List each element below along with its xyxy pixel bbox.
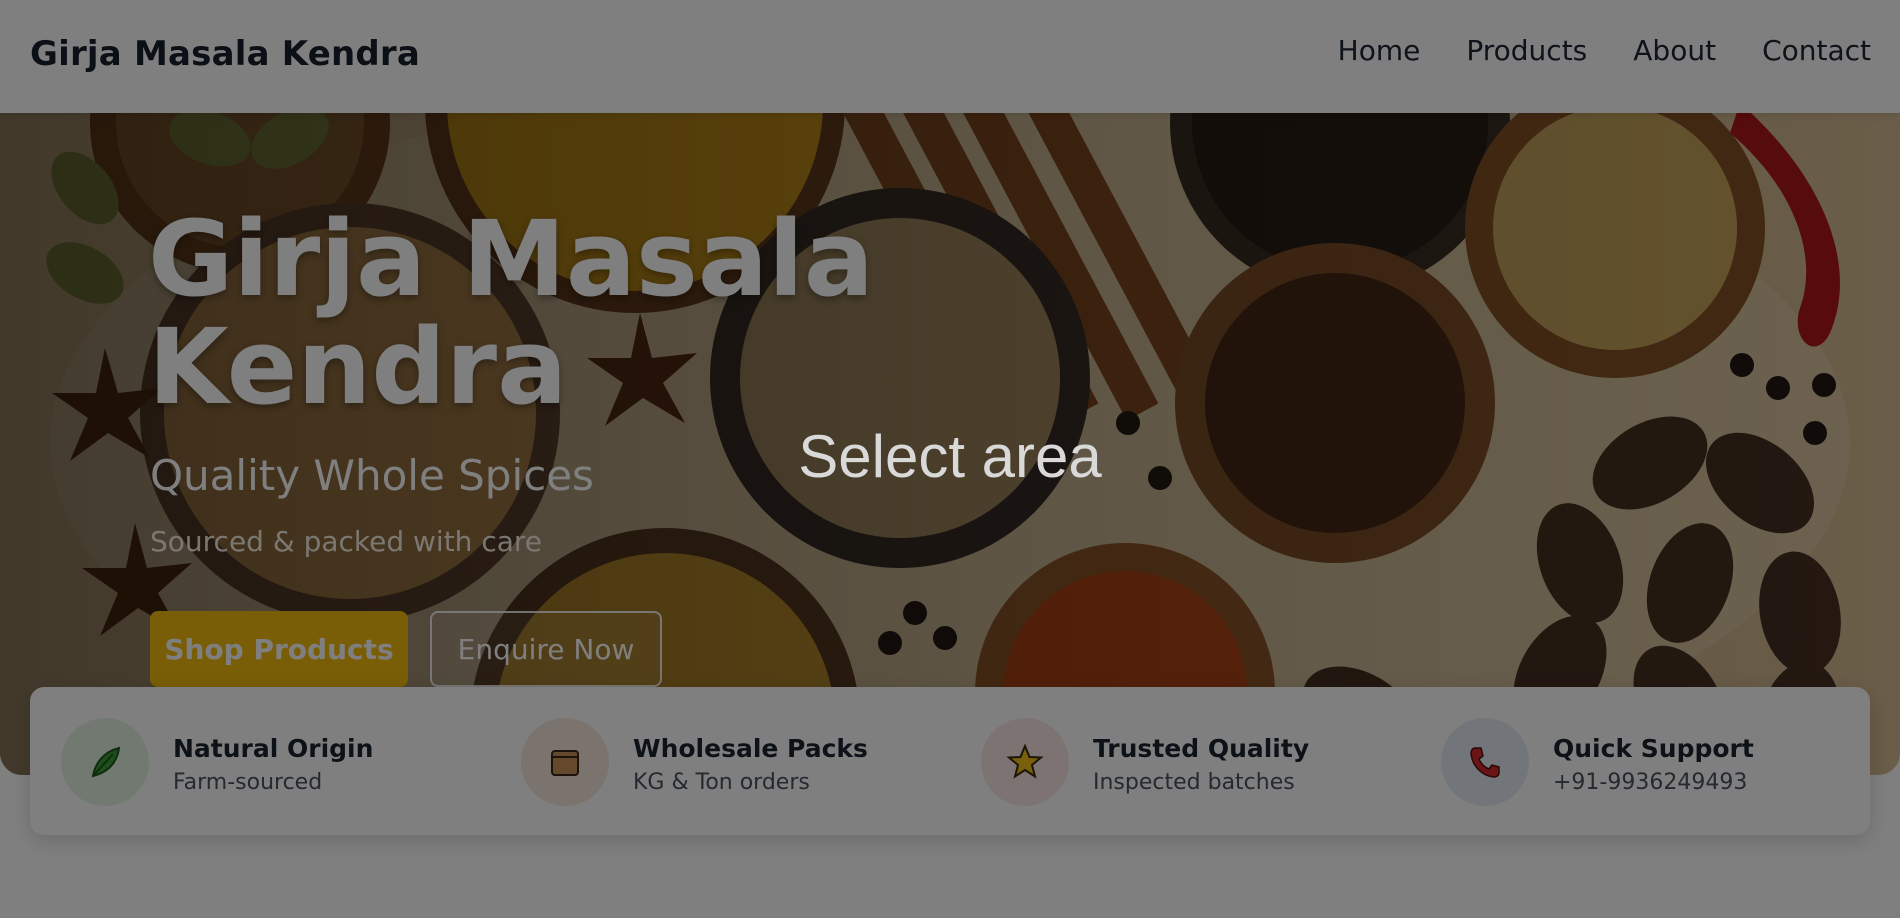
select-area-overlay[interactable]: Select area [0,0,1900,918]
select-area-label: Select area [798,423,1102,490]
